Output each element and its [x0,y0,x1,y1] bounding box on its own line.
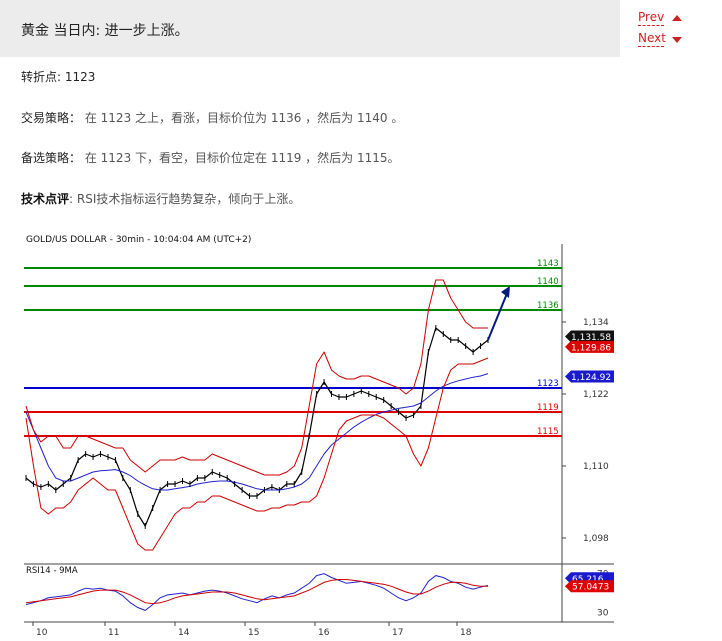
triangle-up-icon[interactable] [672,15,682,21]
level-label-1140: 1140 [537,277,559,287]
next-link[interactable]: Next [638,31,666,47]
level-label-1136: 1136 [537,301,559,311]
page-title: 黄金 当日内: 进一步上涨。 [21,23,189,39]
strategy-text: 在 1123 之上，看涨，目标价位为 1136 ，然后为 1140 。 [84,111,404,125]
level-label-1119: 1119 [537,403,559,413]
price-badge-label: 1,124.92 [571,373,611,383]
rsi-badge-label: 57.0473 [572,583,609,593]
level-label-1143: 1143 [537,259,559,269]
price-chart: 1143 1140 1136 1123 1119 1115 1,131.58 1,129.8… [0,230,722,641]
x-tick-label: 17 [392,628,403,638]
title-bar: 黄金 当日内: 进一步上涨。 [0,0,620,57]
moving-average-line [25,373,489,491]
bollinger-lower-line [25,357,489,551]
alt-strategy-text: 在 1123 下，看空，目标价位定在 1119 ，然后为 1115。 [84,151,400,165]
x-tick-label: 18 [460,628,472,638]
level-label-1115: 1115 [537,427,559,437]
comment-line: 技术点评: RSI技术指标运行趋势复杂，倾向于上涨。 [21,190,300,207]
alt-strategy-line: 备选策略： 在 1123 下，看空，目标价位定在 1119 ，然后为 1115。 [21,149,400,166]
pivot-value: 1123 [64,70,96,84]
strategy-line: 交易策略： 在 1123 之上，看涨，目标价位为 1136 ，然后为 1140 … [21,109,403,126]
x-tick-label: 16 [318,628,330,638]
rsi-line [25,573,489,611]
comment-text: : RSI技术指标运行趋势复杂，倾向于上涨。 [69,192,301,206]
forecast-arrow-shaft [487,290,509,341]
pagination-nav: Prev Next [638,10,718,52]
rsi-ma-line [25,579,488,605]
comment-label: 技术点评 [21,192,70,206]
prev-link[interactable]: Prev [638,10,664,26]
alt-strategy-label: 备选策略： [21,151,82,165]
chart-title: GOLD/US DOLLAR - 30min - 10:04:04 AM (UT… [26,235,251,245]
y-tick-label: 1,134 [583,318,609,328]
strategy-label: 交易策略： [21,111,82,125]
pivot-line: 转折点: 1123 [21,68,95,85]
y-tick-label: 1,122 [583,390,609,400]
x-tick-label: 11 [108,628,119,638]
y-tick-label: 1,098 [583,534,609,544]
rsi-title: RSI14 - 9MA [26,566,78,576]
pivot-label: 转折点: [21,70,62,84]
y-tick-label: 1,110 [583,462,609,472]
price-badge-label: 1,129.86 [571,343,611,353]
rsi-tick-label: 30 [597,608,609,618]
level-label-1123: 1123 [537,379,559,389]
page: 黄金 当日内: 进一步上涨。 Prev Next 转折点: 1123 交易策略：… [0,0,722,641]
triangle-down-icon[interactable] [672,37,682,43]
x-tick-label: 15 [248,628,259,638]
x-tick-label: 10 [36,628,48,638]
x-tick-label: 14 [178,628,190,638]
chart-svg: 114311401136112311191115 1,131.581,129.8… [24,235,614,638]
